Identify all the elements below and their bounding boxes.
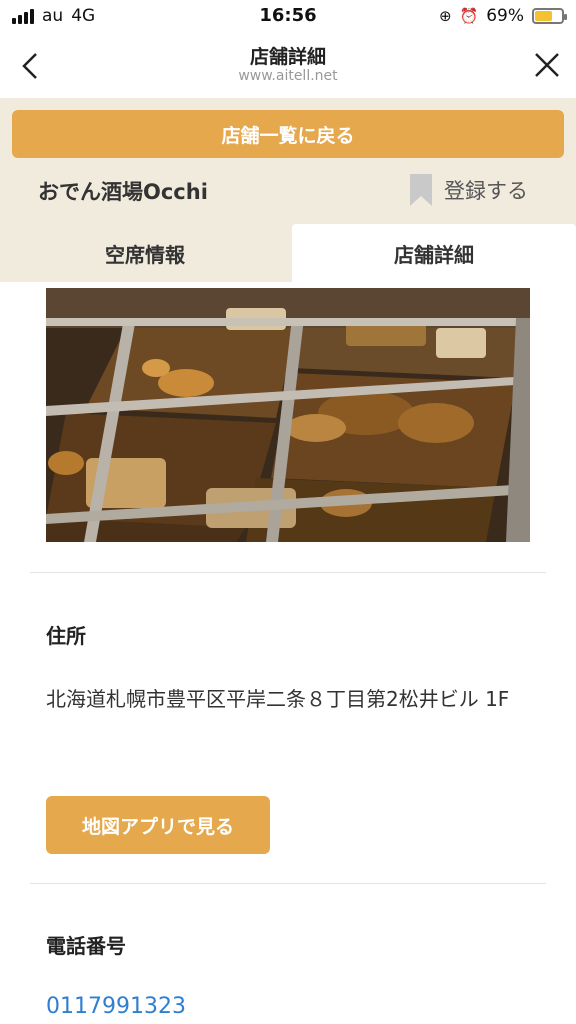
nav-title: 店舗詳細 <box>249 46 326 68</box>
battery-percent: 69% <box>486 6 524 26</box>
divider <box>30 883 546 884</box>
nav-bar: 店舗詳細 www.aitell.net <box>0 34 576 98</box>
battery-fill <box>535 11 552 21</box>
tab-vacancy[interactable]: 空席情報 <box>0 224 290 282</box>
open-map-button[interactable]: 地図アプリで見る <box>46 796 270 854</box>
divider <box>30 572 546 573</box>
close-icon[interactable] <box>530 46 562 86</box>
rotation-lock-icon: ⊕ <box>438 7 452 25</box>
address-label: 住所 <box>46 624 86 648</box>
nav-url: www.aitell.net <box>238 68 338 84</box>
back-to-list-button[interactable]: 店舗一覧に戻る <box>12 110 564 158</box>
register-button[interactable]: 登録する <box>410 174 528 206</box>
alarm-icon: ⏰ <box>459 7 479 25</box>
address-value: 北海道札幌市豊平区平岸二条８丁目第2松井ビル 1F <box>46 687 510 711</box>
status-bar: au 4G 16:56 ⊕ ⏰ 69% <box>0 0 576 34</box>
phone-link[interactable]: 0117991323 <box>46 994 186 1019</box>
tab-bar: 空席情報 店舗詳細 <box>0 224 576 282</box>
status-right: ⊕ ⏰ 69% <box>438 6 567 26</box>
register-label: 登録する <box>444 179 528 203</box>
battery-icon <box>532 8 567 24</box>
tab-shop-details[interactable]: 店舗詳細 <box>292 224 576 282</box>
shop-photo <box>46 288 530 542</box>
shop-header: 店舗一覧に戻る おでん酒場Occhi 登録する 空席情報 店舗詳細 <box>0 98 576 282</box>
phone-label: 電話番号 <box>46 934 126 958</box>
bookmark-icon <box>410 174 432 206</box>
shop-name: おでん酒場Occhi <box>38 180 208 204</box>
